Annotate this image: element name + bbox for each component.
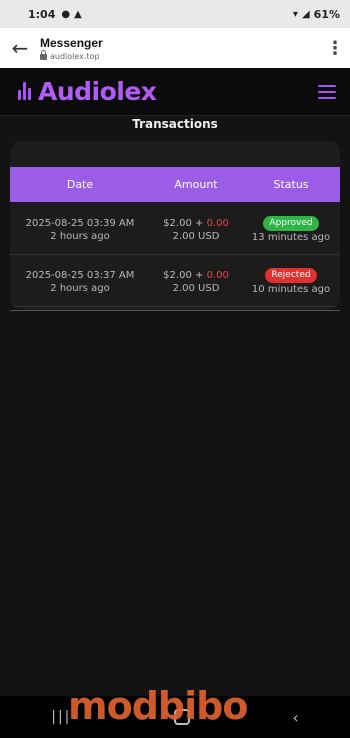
status-ago: 13 minutes ago [251, 231, 331, 243]
status-icons: ▾ ◢ 61% [293, 8, 340, 21]
more-options-icon[interactable]: ⋮ [320, 38, 350, 59]
cell-date: 2025-08-25 03:39 AM 2 hours ago [10, 217, 150, 243]
date-text: 2025-08-25 03:37 AM [25, 269, 135, 281]
wifi-icon: ▾ [292, 8, 298, 20]
cell-amount: $2.00 + 0.00 2.00 USD [150, 217, 242, 243]
amount-extra: 0.00 [206, 217, 229, 229]
battery-level: 61% [313, 7, 340, 21]
url-line: audiolex.top [40, 50, 320, 61]
table-header: Date Amount Status [10, 167, 340, 202]
system-status-bar: 1:04 ● ▲ ▾ ◢ 61% [0, 0, 350, 28]
amount-extra: 0.00 [206, 269, 229, 281]
amount-plus: + [191, 269, 207, 281]
back-arrow-icon[interactable]: ← [0, 36, 40, 60]
cell-status: Approved 13 minutes ago [242, 215, 340, 244]
browser-title: Messenger [40, 35, 103, 50]
cell-status: Rejected 10 minutes ago [242, 267, 340, 296]
browser-toolbar: ← Messenger audiolex.top ⋮ [0, 28, 350, 68]
date-ago: 2 hours ago [50, 230, 110, 242]
amount-total: 2.00 USD [172, 282, 220, 294]
menu-icon[interactable] [318, 84, 336, 99]
status-ago: 10 minutes ago [251, 283, 331, 295]
table-row: 2025-08-25 03:37 AM 2 hours ago $2.00 + … [10, 257, 340, 307]
cell-amount: $2.00 + 0.00 2.00 USD [150, 269, 242, 295]
watermark-logo: modbibo [68, 684, 248, 728]
amount-plus: + [191, 217, 207, 229]
clock: 1:04 [28, 7, 56, 21]
table-row: 2025-08-25 03:39 AM 2 hours ago $2.00 + … [10, 205, 340, 255]
browser-titles: Messenger audiolex.top [40, 36, 320, 61]
amount-total: 2.00 USD [172, 230, 220, 242]
site-logo[interactable]: Audiolex [38, 77, 157, 106]
warning-notification-icon: ▲ [74, 8, 82, 20]
status-badge: Rejected [265, 267, 317, 283]
column-header-status: Status [273, 178, 309, 191]
table-divider [10, 310, 340, 311]
lock-icon [40, 50, 47, 60]
signal-icon: ◢ [301, 8, 310, 20]
audio-wave-logo-icon [18, 81, 34, 103]
date-text: 2025-08-25 03:39 AM [25, 217, 135, 229]
nav-back-icon[interactable]: ‹ [292, 708, 298, 727]
messenger-notification-icon: ● [61, 8, 71, 20]
notification-icons: ● ▲ [61, 9, 81, 20]
transactions-table: Date Amount Status 2025-08-25 03:39 AM 2… [10, 141, 340, 310]
status-badge: Approved [263, 215, 319, 231]
cell-date: 2025-08-25 03:37 AM 2 hours ago [10, 269, 150, 295]
column-header-amount: Amount [174, 178, 218, 191]
column-header-date: Date [66, 178, 94, 191]
date-ago: 2 hours ago [50, 282, 110, 294]
url-text: audiolex.top [50, 51, 100, 61]
page-title: Transactions [132, 117, 218, 131]
amount-base: $2.00 [163, 269, 192, 281]
amount-base: $2.00 [163, 217, 192, 229]
site-header: Audiolex [0, 68, 350, 116]
